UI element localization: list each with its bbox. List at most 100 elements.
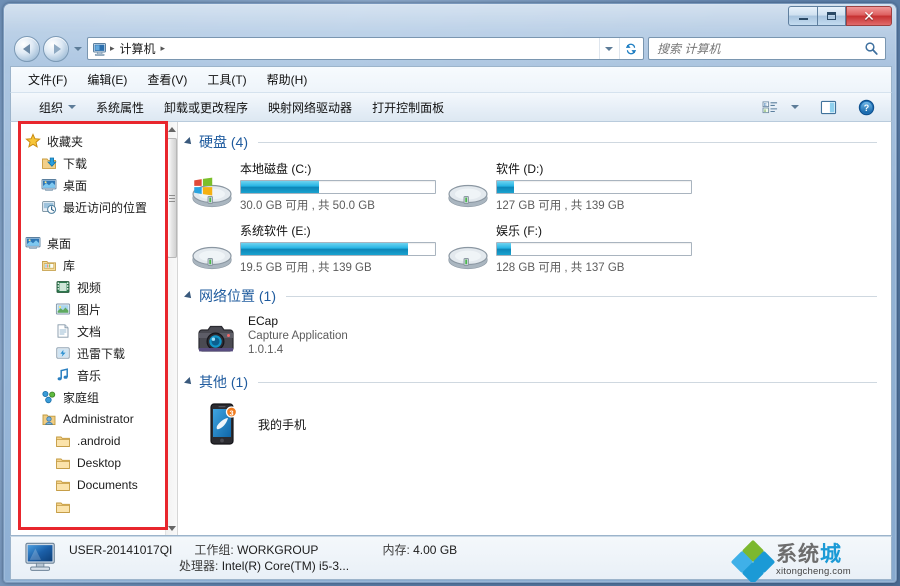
xitongcheng-logo-icon (730, 539, 776, 582)
status-computer-name: USER-20141017QI (69, 543, 173, 557)
drive-e-label: 系统软件 (E:) (240, 224, 311, 238)
sidebar-item-pictures[interactable]: 图片 (11, 298, 165, 320)
group-network-locations-header[interactable]: 网络位置 (1) (184, 286, 891, 306)
search-icon[interactable] (864, 41, 879, 61)
address-dropdown-button[interactable] (599, 38, 617, 59)
group-other-label: 其他 (199, 374, 227, 390)
view-options-dropdown[interactable] (787, 96, 803, 118)
sidebar-item-libraries[interactable]: 库 (11, 254, 165, 276)
recent-pages-button[interactable] (72, 46, 84, 51)
status-processor-value: Intel(R) Core(TM) i5-3... (221, 559, 350, 573)
forward-button[interactable] (43, 35, 69, 62)
status-workgroup: 工作组: WORKGROUP (194, 542, 318, 558)
sidebar-item-videos[interactable]: 视频 (11, 276, 165, 298)
folder-icon (55, 455, 71, 471)
scroll-down-icon[interactable] (166, 521, 177, 535)
drive-f-usage-bar (496, 242, 692, 256)
address-bar[interactable]: ▸ 计算机 ▸ (87, 37, 644, 60)
toolbar-system-properties[interactable]: 系统属性 (88, 95, 152, 120)
minimize-button[interactable] (788, 6, 817, 26)
maximize-button[interactable] (817, 6, 846, 26)
toolbar-open-control-panel[interactable]: 打开控制面板 (364, 95, 452, 120)
preview-pane-icon[interactable] (815, 96, 841, 118)
sidebar-item-favorites[interactable]: 收藏夹 (11, 130, 165, 152)
menu-view[interactable]: 查看(V) (138, 68, 196, 91)
toolbar-uninstall-change-program[interactable]: 卸载或更改程序 (156, 95, 256, 120)
sidebar-item-homegroup[interactable]: 家庭组 (11, 386, 165, 408)
menu-file[interactable]: 文件(F) (19, 68, 76, 91)
drive-e[interactable]: 系统软件 (E:) 19.5 GB 可用 , 共 139 GB (184, 218, 440, 280)
sidebar-item-label: 文档 (77, 324, 102, 339)
triangle-collapse-icon[interactable] (184, 137, 194, 147)
scroll-up-icon[interactable] (166, 122, 177, 136)
sidebar-item-label: Documents (77, 478, 138, 492)
watermark-url: xitongcheng.com (776, 565, 851, 577)
navigation-pane: 收藏夹 下载 桌面 最近访问的位置 桌面 库 视频 图片 文档 迅雷下载 音乐 … (11, 122, 177, 535)
status-processor: 处理器: Intel(R) Core(TM) i5-3... (179, 558, 349, 574)
window-controls: ✕ (788, 6, 892, 26)
sidebar-item-downloads[interactable]: 下载 (11, 152, 165, 174)
sidebar-item-label: 最近访问的位置 (63, 200, 148, 215)
sidebar-item-label: 视频 (77, 280, 102, 295)
group-hard-disks-header[interactable]: 硬盘 (4) (184, 132, 891, 152)
view-options-icon[interactable]: E x (757, 96, 783, 118)
sidebar-item-administrator[interactable]: Administrator (11, 408, 165, 430)
refresh-button[interactable] (619, 38, 641, 59)
toolbar-organize-button[interactable]: 组织 (31, 95, 84, 120)
drive-c[interactable]: 本地磁盘 (C:) 30.0 GB 可用 , 共 50.0 GB (184, 156, 440, 218)
item-ecap[interactable]: ECap Capture Application 1.0.1.4 (192, 310, 891, 362)
menu-edit[interactable]: 编辑(E) (78, 68, 136, 91)
refresh-icon (625, 43, 636, 54)
menu-tools[interactable]: 工具(T) (198, 68, 255, 91)
status-processor-label: 处理器: (179, 559, 219, 573)
minimize-icon (798, 18, 808, 20)
triangle-collapse-icon[interactable] (184, 377, 194, 387)
chevron-down-icon (74, 46, 82, 51)
downloads-icon (41, 155, 57, 171)
breadcrumb-separator-1: ▸ (110, 43, 115, 53)
title-bar: ✕ (4, 4, 896, 31)
drive-f-usage-fill (497, 243, 511, 255)
search-box[interactable] (648, 37, 886, 60)
sidebar-item-documents-lib[interactable]: 文档 (11, 320, 165, 342)
drive-info: 软件 (D:) 127 GB 可用 , 共 139 GB (496, 156, 692, 218)
drive-d[interactable]: 软件 (D:) 127 GB 可用 , 共 139 GB (440, 156, 696, 218)
group-other-header[interactable]: 其他 (1) (184, 372, 891, 392)
sidebar-item-desktop-folder[interactable]: Desktop (11, 452, 165, 474)
toolbar-map-network-drive[interactable]: 映射网络驱动器 (260, 95, 360, 120)
status-memory-label: 内存: (382, 543, 410, 557)
breadcrumb-separator-2[interactable]: ▸ (161, 43, 166, 54)
sidebar-item-desktop[interactable]: 桌面 (11, 232, 165, 254)
menu-help[interactable]: 帮助(H) (258, 68, 317, 91)
navigation-scrollbar[interactable] (165, 122, 177, 535)
item-my-phone[interactable]: 3 我的手机 (192, 396, 891, 448)
sidebar-item-partial[interactable] (11, 496, 165, 518)
search-input[interactable] (657, 41, 852, 56)
breadcrumb-computer[interactable]: 计算机 (120, 40, 156, 57)
group-title: 其他 (1) (199, 372, 248, 392)
close-icon: ✕ (863, 8, 875, 24)
video-icon (55, 279, 71, 295)
group-rule (286, 295, 877, 297)
scroll-thumb[interactable] (167, 138, 177, 258)
triangle-collapse-icon[interactable] (184, 291, 194, 301)
sidebar-item-thunder-download[interactable]: 迅雷下载 (11, 342, 165, 364)
help-icon[interactable]: ? (853, 96, 879, 118)
drive-f[interactable]: 娱乐 (F:) 128 GB 可用 , 共 137 GB (440, 218, 696, 280)
sidebar-item-music[interactable]: 音乐 (11, 364, 165, 386)
phone-icon: 3 (198, 400, 246, 448)
sidebar-item-android[interactable]: .android (11, 430, 165, 452)
drive-grid: 本地磁盘 (C:) 30.0 GB 可用 , 共 50.0 GB 软件 (D:)… (184, 156, 891, 280)
sidebar-item-recent-places[interactable]: 最近访问的位置 (11, 196, 165, 218)
drive-e-capacity: 19.5 GB 可用 , 共 139 GB (240, 262, 372, 274)
status-text: USER-20141017QI 工作组: WORKGROUP 内存: 4.00 … (69, 542, 479, 574)
status-workgroup-label: 工作组: (194, 543, 234, 557)
svg-text:E: E (763, 102, 766, 107)
back-button[interactable] (14, 35, 40, 62)
address-bar-row: ▸ 计算机 ▸ (4, 31, 896, 66)
close-button[interactable]: ✕ (846, 6, 892, 26)
explorer-window: ✕ ▸ 计算机 ▸ 搜索 计算机 文件(F) 编辑(E) 查看(V) 工具(T)… (3, 3, 897, 583)
group-network-locations-count: (1) (258, 288, 277, 304)
sidebar-item-documents-folder[interactable]: Documents (11, 474, 165, 496)
sidebar-item-desktop-fav[interactable]: 桌面 (11, 174, 165, 196)
